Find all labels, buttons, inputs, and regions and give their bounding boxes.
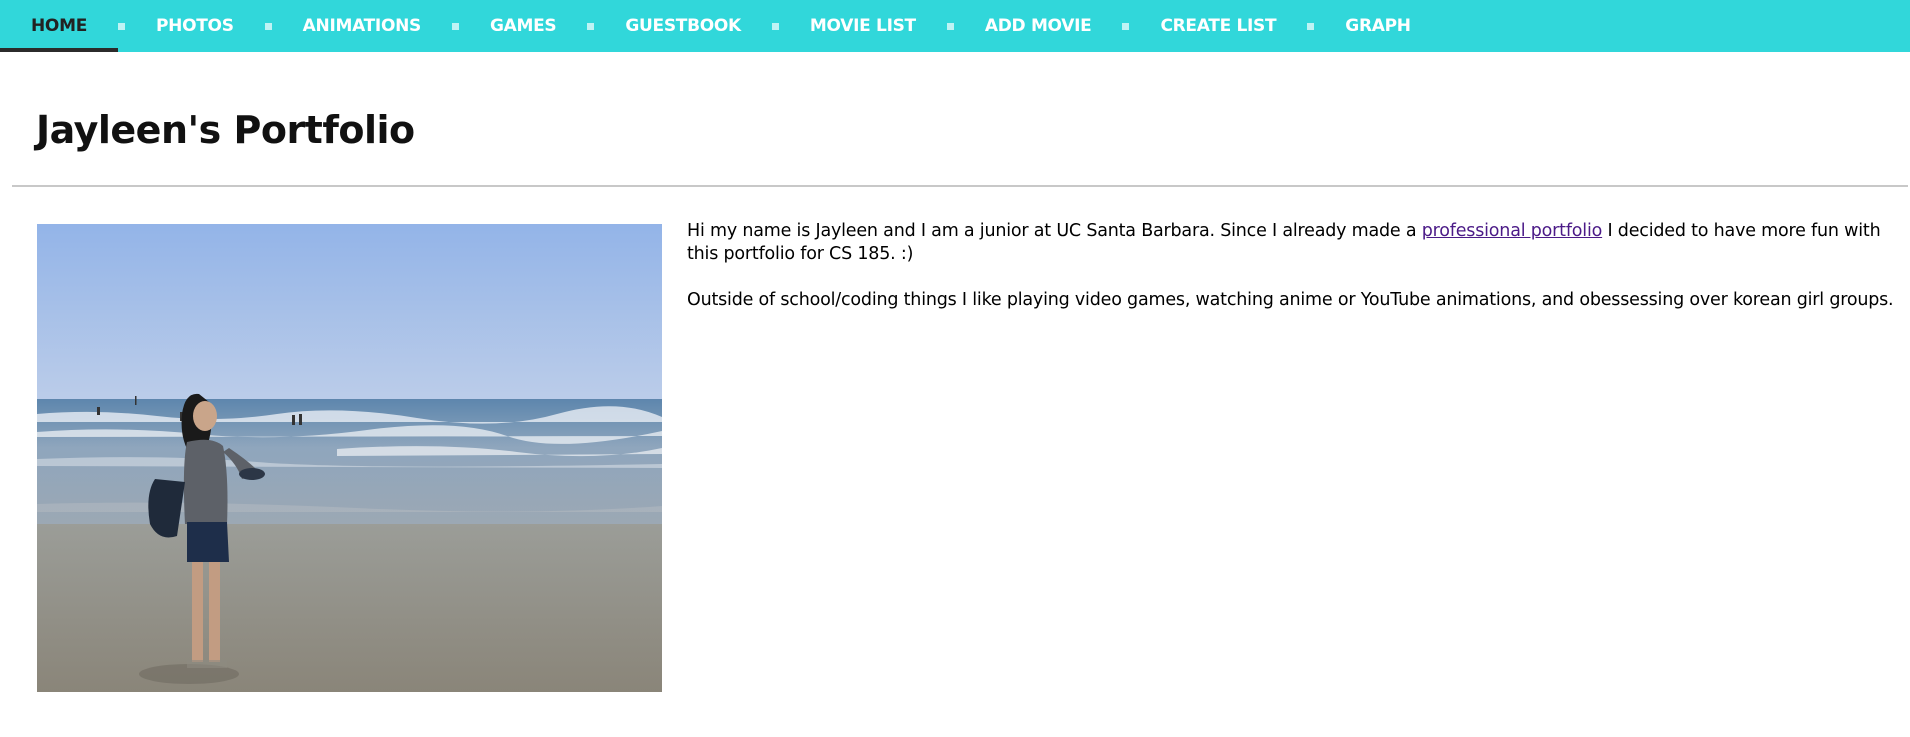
intro-p1-before-link: Hi my name is Jayleen and I am a junior … xyxy=(687,221,1422,241)
nav-link-movie-list[interactable]: MOVIE LIST xyxy=(779,0,947,52)
nav-link-graph[interactable]: GRAPH xyxy=(1314,0,1441,52)
nav-link-photos[interactable]: PHOTOS xyxy=(125,0,265,52)
nav-link-create-list[interactable]: CREATE LIST xyxy=(1129,0,1307,52)
top-navbar: HOME PHOTOS ANIMATIONS GAMES GUESTBOOK M… xyxy=(0,0,1910,52)
nav-link-add-movie[interactable]: ADD MOVIE xyxy=(954,0,1123,52)
professional-portfolio-link[interactable]: professional portfolio xyxy=(1422,221,1603,241)
profile-photo xyxy=(37,224,662,692)
nav-separator xyxy=(946,22,954,30)
nav-item-movie-list: MOVIE LIST xyxy=(779,0,947,52)
nav-separator xyxy=(451,22,459,30)
intro-paragraph-2: Outside of school/coding things I like p… xyxy=(687,290,1894,310)
page-title: Jayleen's Portfolio xyxy=(36,108,415,152)
intro-paragraph-1: Hi my name is Jayleen and I am a junior … xyxy=(687,220,1902,266)
nav-item-home: HOME xyxy=(0,0,119,52)
nav-item-add-movie: ADD MOVIE xyxy=(954,0,1123,52)
nav-item-animations: ANIMATIONS xyxy=(272,0,452,52)
nav-separator xyxy=(118,22,126,30)
nav-link-guestbook[interactable]: GUESTBOOK xyxy=(594,0,772,52)
nav-separator xyxy=(264,22,272,30)
nav-link-home[interactable]: HOME xyxy=(0,0,119,52)
nav-item-create-list: CREATE LIST xyxy=(1129,0,1307,52)
nav-item-games: GAMES xyxy=(459,0,587,52)
nav-item-photos: PHOTOS xyxy=(125,0,265,52)
beach-photo-image xyxy=(37,224,662,692)
nav-separator xyxy=(771,22,779,30)
nav-item-guestbook: GUESTBOOK xyxy=(594,0,772,52)
nav-menu: HOME PHOTOS ANIMATIONS GAMES GUESTBOOK M… xyxy=(0,0,1442,52)
nav-separator xyxy=(587,22,595,30)
nav-link-games[interactable]: GAMES xyxy=(459,0,587,52)
nav-separator xyxy=(1307,22,1315,30)
intro-text: Hi my name is Jayleen and I am a junior … xyxy=(687,220,1902,335)
title-divider xyxy=(12,185,1908,187)
nav-item-graph: GRAPH xyxy=(1314,0,1441,52)
nav-separator xyxy=(1122,22,1130,30)
nav-link-animations[interactable]: ANIMATIONS xyxy=(272,0,452,52)
